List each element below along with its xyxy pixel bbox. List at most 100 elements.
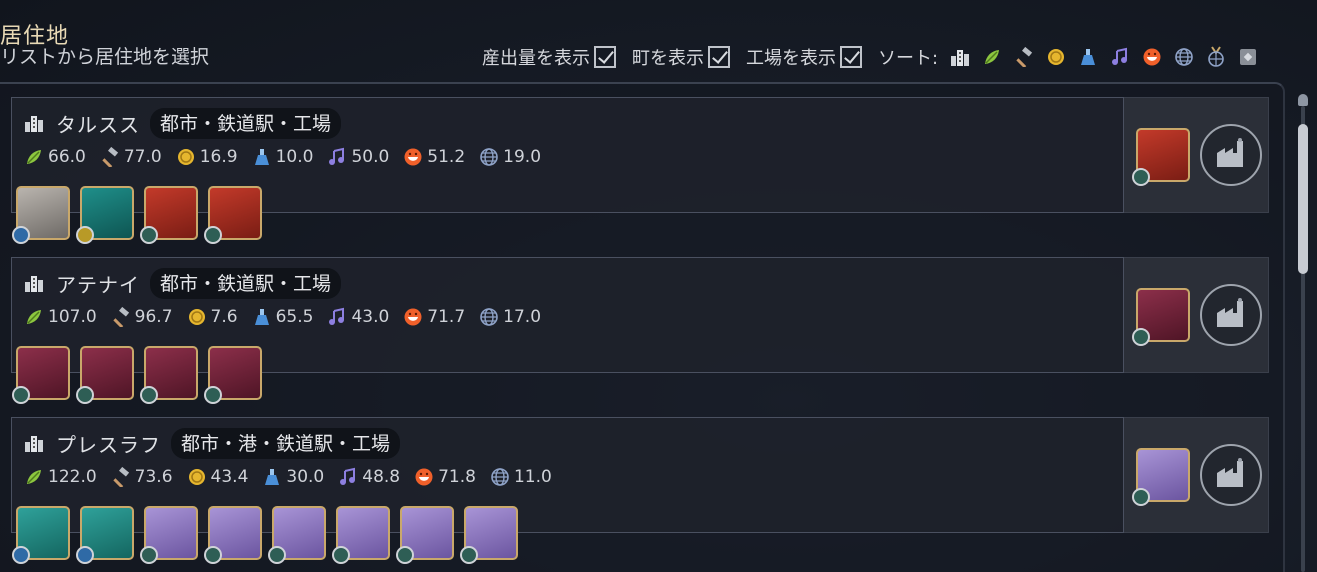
furs-icon[interactable] xyxy=(76,506,134,564)
sort-by-science-icon[interactable] xyxy=(1076,45,1100,69)
yield-value: 7.6 xyxy=(210,307,238,327)
science-yield: 65.5 xyxy=(252,307,313,327)
sort-label: ソート: xyxy=(878,48,939,69)
settlement-card-body[interactable]: プレスラフ 都市・港・鉄道駅・工場 122.0 73.6 43.4 30.0 48.8 71.… xyxy=(11,417,1124,564)
show-towns-toggle[interactable]: 町を表示 xyxy=(632,44,730,70)
resource-type-badge xyxy=(332,546,350,564)
culture-icon xyxy=(338,467,358,487)
resource-type-badge xyxy=(1132,488,1150,506)
cocoa-icon[interactable] xyxy=(1132,128,1190,186)
settlement-type-tag: 都市・港・鉄道駅・工場 xyxy=(171,428,401,459)
science-yield: 10.0 xyxy=(252,147,313,167)
yield-value: 77.0 xyxy=(123,147,162,167)
settlement-card-body[interactable]: タルスス 都市・鉄道駅・工場 66.0 77.0 16.9 10.0 50.0 51.2 19.… xyxy=(11,97,1124,244)
cotton-icon[interactable] xyxy=(396,506,454,564)
sort-by-food-icon[interactable] xyxy=(980,45,1004,69)
show-output-toggle[interactable]: 産出量を表示 xyxy=(482,44,616,70)
show-factories-checkbox[interactable] xyxy=(840,46,862,68)
yield-value: 66.0 xyxy=(48,147,86,167)
sort-by-medal-icon[interactable] xyxy=(1204,45,1228,69)
yield-value: 50.0 xyxy=(351,147,390,167)
settlement-resources xyxy=(12,506,528,564)
page-subtitle: リストから居住地を選択 xyxy=(0,46,210,68)
cotton-icon[interactable] xyxy=(140,506,198,564)
pearls-icon[interactable] xyxy=(12,186,70,244)
sort-by-city-icon[interactable] xyxy=(948,45,972,69)
scroll-thumb[interactable] xyxy=(1298,124,1308,274)
cotton-icon[interactable] xyxy=(332,506,390,564)
yield-value: 17.0 xyxy=(503,307,542,327)
factory-button[interactable] xyxy=(1200,444,1262,506)
cotton-icon[interactable] xyxy=(1132,448,1190,506)
tea-icon[interactable] xyxy=(12,346,70,404)
settlement-card[interactable]: タルスス 都市・鉄道駅・工場 66.0 77.0 16.9 10.0 50.0 51.2 19.… xyxy=(11,97,1269,244)
production-yield: 77.0 xyxy=(100,147,162,167)
settlement-header: タルスス 都市・鉄道駅・工場 xyxy=(24,108,342,139)
yield-value: 107.0 xyxy=(48,307,97,327)
sort-by-culture-icon[interactable] xyxy=(1108,45,1132,69)
food-yield: 66.0 xyxy=(24,147,86,167)
factory-icon xyxy=(1213,455,1249,495)
culture-icon xyxy=(327,307,347,327)
culture-icon xyxy=(327,147,347,167)
resource-type-badge xyxy=(204,546,222,564)
settlement-card[interactable]: プレスラフ 都市・港・鉄道駅・工場 122.0 73.6 43.4 30.0 48.8 71.… xyxy=(11,417,1269,564)
tea-icon[interactable] xyxy=(140,346,198,404)
show-towns-checkbox[interactable] xyxy=(708,46,730,68)
resource-type-badge xyxy=(76,226,94,244)
sort-by-production-icon[interactable] xyxy=(1012,45,1036,69)
scrollbar[interactable] xyxy=(1296,94,1310,572)
tea-icon[interactable] xyxy=(1132,288,1190,346)
sort-by-happiness-icon[interactable] xyxy=(1140,45,1164,69)
show-towns-label: 町を表示 xyxy=(632,48,704,69)
resource-type-badge xyxy=(396,546,414,564)
scroll-up-handle[interactable] xyxy=(1298,94,1308,106)
sort-by-other-icon[interactable] xyxy=(1236,45,1260,69)
food-yield: 107.0 xyxy=(24,307,97,327)
settlement-header: プレスラフ 都市・港・鉄道駅・工場 xyxy=(24,428,401,459)
furs-icon[interactable] xyxy=(12,506,70,564)
yield-value: 122.0 xyxy=(48,467,97,487)
happiness-icon xyxy=(414,467,434,487)
production-icon xyxy=(100,147,120,167)
cotton-icon[interactable] xyxy=(268,506,326,564)
yield-value: 11.0 xyxy=(513,467,552,487)
food-icon xyxy=(24,147,44,167)
resource-type-badge xyxy=(76,546,94,564)
gold-yield: 43.4 xyxy=(187,467,249,487)
sort-by-gold-icon[interactable] xyxy=(1044,45,1068,69)
cocoa-icon[interactable] xyxy=(204,186,262,244)
science-yield: 30.0 xyxy=(262,467,324,487)
gold-icon xyxy=(176,147,196,167)
sort-by-influence-icon[interactable] xyxy=(1172,45,1196,69)
show-factories-toggle[interactable]: 工場を表示 xyxy=(746,44,862,70)
yield-value: 73.6 xyxy=(134,467,173,487)
influence-icon xyxy=(479,307,499,327)
science-icon xyxy=(252,307,272,327)
cocoa-icon[interactable] xyxy=(140,186,198,244)
settlement-yields: 66.0 77.0 16.9 10.0 50.0 51.2 19.0 xyxy=(24,147,555,167)
factory-button[interactable] xyxy=(1200,284,1262,346)
resource-type-badge xyxy=(12,226,30,244)
gold-icon xyxy=(187,467,207,487)
show-output-checkbox[interactable] xyxy=(594,46,616,68)
influence-icon xyxy=(479,147,499,167)
settlement-resources xyxy=(12,186,272,244)
sort-buttons xyxy=(944,45,1264,69)
ivory-icon[interactable] xyxy=(76,186,134,244)
gold-yield: 7.6 xyxy=(187,307,238,327)
cotton-icon[interactable] xyxy=(204,506,262,564)
tea-icon[interactable] xyxy=(204,346,262,404)
yield-value: 71.8 xyxy=(438,467,476,487)
yield-value: 43.4 xyxy=(210,467,249,487)
factory-slot-panel xyxy=(1124,417,1269,533)
production-icon xyxy=(111,467,131,487)
influence-yield: 17.0 xyxy=(479,307,541,327)
cotton-icon[interactable] xyxy=(460,506,518,564)
settlement-card[interactable]: アテナイ 都市・鉄道駅・工場 107.0 96.7 7.6 65.5 43.0 71.7 17.… xyxy=(11,257,1269,404)
resource-type-badge xyxy=(140,226,158,244)
tea-icon[interactable] xyxy=(76,346,134,404)
factory-button[interactable] xyxy=(1200,124,1262,186)
resource-type-badge xyxy=(12,386,30,404)
settlement-card-body[interactable]: アテナイ 都市・鉄道駅・工場 107.0 96.7 7.6 65.5 43.0 71.7 17.… xyxy=(11,257,1124,404)
